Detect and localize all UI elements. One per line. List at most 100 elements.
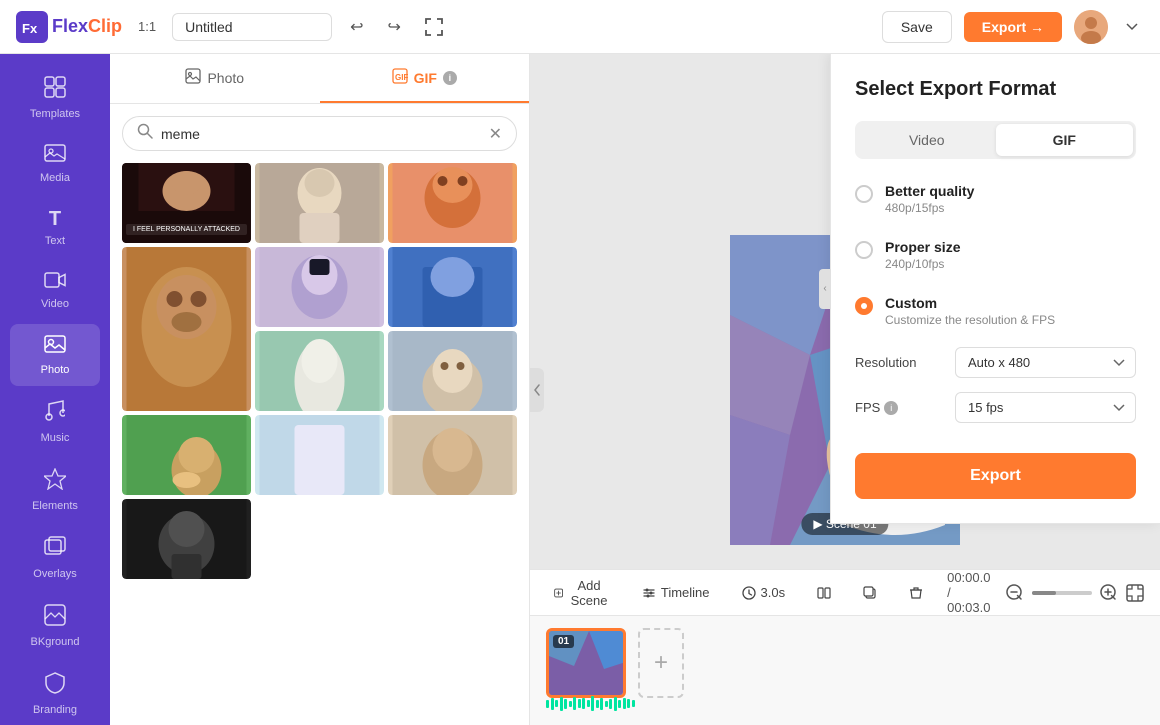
sidebar-item-media[interactable]: Media (10, 134, 100, 194)
sidebar-item-bkground[interactable]: BKground (10, 594, 100, 658)
zoom-track (1032, 591, 1056, 595)
search-input[interactable] (161, 126, 481, 142)
save-button[interactable]: Save (882, 11, 952, 43)
text-icon: T (49, 208, 61, 231)
header: Fx FlexClip 1:1 ↩ ↪ Save Export → (0, 0, 1160, 54)
gif-item-10[interactable] (255, 415, 384, 495)
tab-photo[interactable]: Photo (110, 54, 320, 103)
photo-icon (44, 334, 66, 360)
gif-item-5[interactable] (255, 247, 384, 327)
clear-search-icon[interactable]: ✕ (489, 124, 502, 144)
duplicate-button[interactable] (855, 582, 885, 604)
project-title-input[interactable] (172, 13, 332, 41)
gif-item-7[interactable] (255, 331, 384, 411)
gif-info-icon[interactable]: i (443, 71, 457, 85)
resolution-row: Resolution Auto x 480 Auto x 360 Auto x … (855, 347, 1136, 378)
export-button[interactable]: Export → (964, 12, 1062, 42)
gif-item-6[interactable] (388, 247, 517, 327)
timeline-scene-1[interactable]: 01 (546, 628, 626, 698)
elements-icon (44, 468, 66, 496)
logo-icon: Fx (16, 11, 48, 43)
zoom-in-button[interactable] (1100, 584, 1118, 602)
tab-gif[interactable]: GIF GIF i (320, 54, 530, 103)
zoom-out-button[interactable] (1006, 584, 1024, 602)
quality-custom-label: Custom (885, 295, 1055, 311)
radio-better[interactable] (855, 185, 873, 203)
sidebar-item-elements[interactable]: Elements (10, 458, 100, 522)
sidebar-item-templates[interactable]: Templates (10, 66, 100, 130)
undo-button[interactable]: ↩ (344, 11, 369, 43)
fullscreen-button[interactable] (419, 12, 449, 42)
sidebar-item-video-label: Video (41, 298, 69, 310)
export-panel-title: Select Export Format (855, 78, 1136, 101)
search-icon (137, 123, 153, 144)
photo-tab-icon (185, 68, 201, 87)
redo-icon: ↪ (387, 17, 400, 37)
sidebar-item-music[interactable]: Music (10, 390, 100, 454)
left-panel: Photo GIF GIF i ✕ (110, 54, 530, 725)
sidebar-item-photo-label: Photo (41, 364, 70, 376)
video-icon (44, 271, 66, 294)
export-format-tabs: Video GIF (855, 121, 1136, 159)
quality-option-custom[interactable]: Custom Customize the resolution & FPS (855, 291, 1136, 331)
quality-option-better[interactable]: Better quality 480p/15fps (855, 179, 1136, 219)
quality-better-label: Better quality (885, 183, 974, 199)
search-bar: ✕ (122, 116, 517, 151)
duration-button[interactable]: 3.0s (734, 581, 794, 604)
gif-item-4[interactable] (122, 247, 251, 411)
sidebar-item-music-label: Music (41, 432, 70, 444)
redo-button[interactable]: ↪ (381, 11, 406, 43)
gif-grid: I FEEL PERSONALLY ATTACKED (110, 163, 529, 725)
sidebar-item-media-label: Media (40, 172, 70, 184)
sidebar: Templates Media T Text Video (0, 54, 110, 725)
format-tab-video[interactable]: Video (858, 124, 996, 156)
panel-collapse-handle[interactable] (530, 368, 544, 412)
sidebar-item-templates-label: Templates (30, 108, 80, 120)
quality-proper-label: Proper size (885, 239, 960, 255)
quality-better-sub: 480p/15fps (885, 201, 974, 215)
avatar-dropdown-button[interactable] (1120, 17, 1144, 37)
sidebar-item-photo[interactable]: Photo (10, 324, 100, 386)
user-avatar[interactable] (1074, 10, 1108, 44)
bottom-bar: Add Scene Timeline 3.0s (530, 569, 1160, 615)
fit-screen-button[interactable] (1126, 584, 1144, 602)
quality-option-proper[interactable]: Proper size 240p/10fps (855, 235, 1136, 275)
export-final-button[interactable]: Export (855, 453, 1136, 499)
resolution-select[interactable]: Auto x 480 Auto x 360 Auto x 240 1080 x … (955, 347, 1136, 378)
fps-select[interactable]: 15 fps 10 fps 24 fps 30 fps (955, 392, 1136, 423)
gif-item-8[interactable] (388, 331, 517, 411)
gif-item-11[interactable] (388, 415, 517, 495)
delete-button[interactable] (901, 582, 931, 604)
svg-text:GIF: GIF (395, 73, 408, 82)
quality-proper-sub: 240p/10fps (885, 257, 960, 271)
sidebar-item-branding-label: Branding (33, 704, 77, 716)
tab-photo-label: Photo (207, 70, 244, 86)
sidebar-item-overlays[interactable]: Overlays (10, 526, 100, 590)
add-scene-button[interactable]: Add Scene (546, 574, 618, 612)
gif-item-1[interactable]: I FEEL PERSONALLY ATTACKED (122, 163, 251, 243)
branding-icon (45, 672, 65, 700)
add-scene-timeline-button[interactable]: + (638, 628, 684, 698)
radio-proper[interactable] (855, 241, 873, 259)
export-settings: Resolution Auto x 480 Auto x 360 Auto x … (855, 347, 1136, 423)
split-button[interactable] (809, 582, 839, 604)
sidebar-item-bkground-label: BKground (31, 636, 80, 648)
audio-waveform (546, 696, 635, 711)
zoom-slider[interactable] (1032, 591, 1092, 595)
gif-item-3[interactable] (388, 163, 517, 243)
music-icon (45, 400, 65, 428)
sidebar-item-text[interactable]: T Text (10, 198, 100, 257)
format-tab-gif[interactable]: GIF (996, 124, 1134, 156)
timeline-button[interactable]: Timeline (634, 581, 718, 604)
export-panel-collapse[interactable]: ‹ (819, 269, 831, 309)
sidebar-item-branding[interactable]: Branding (10, 662, 100, 725)
gif-item-9[interactable] (122, 415, 251, 495)
quality-custom-sub: Customize the resolution & FPS (885, 313, 1055, 327)
sidebar-item-video[interactable]: Video (10, 261, 100, 320)
gif-item-12[interactable] (122, 499, 251, 579)
ratio-badge: 1:1 (138, 19, 156, 34)
gif-item-2[interactable] (255, 163, 384, 243)
fps-info-icon[interactable]: i (884, 401, 898, 415)
time-display: 00:00.0 / 00:03.0 (947, 570, 990, 615)
radio-custom[interactable] (855, 297, 873, 315)
